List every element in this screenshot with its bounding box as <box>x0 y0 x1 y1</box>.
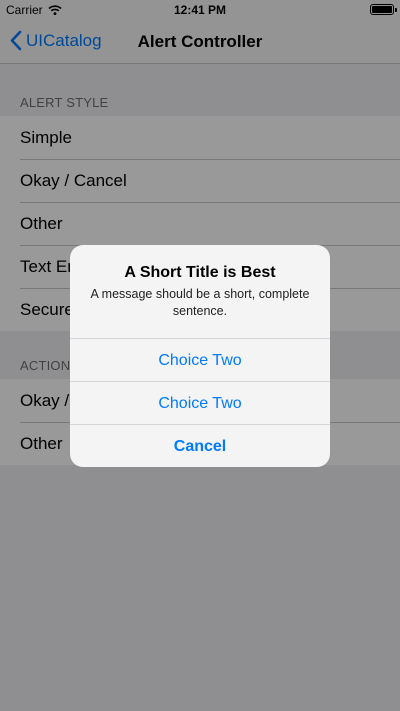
alert-message: A message should be a short, complete se… <box>90 287 310 318</box>
alert-dialog: A Short Title is Best A message should b… <box>70 245 330 467</box>
alert-action-choice-two[interactable]: Choice Two <box>70 338 330 381</box>
alert-content: A Short Title is Best A message should b… <box>70 245 330 338</box>
alert-title: A Short Title is Best <box>124 264 276 281</box>
alert-action-choice-two-second[interactable]: Choice Two <box>70 381 330 424</box>
alert-action-cancel[interactable]: Cancel <box>70 424 330 467</box>
